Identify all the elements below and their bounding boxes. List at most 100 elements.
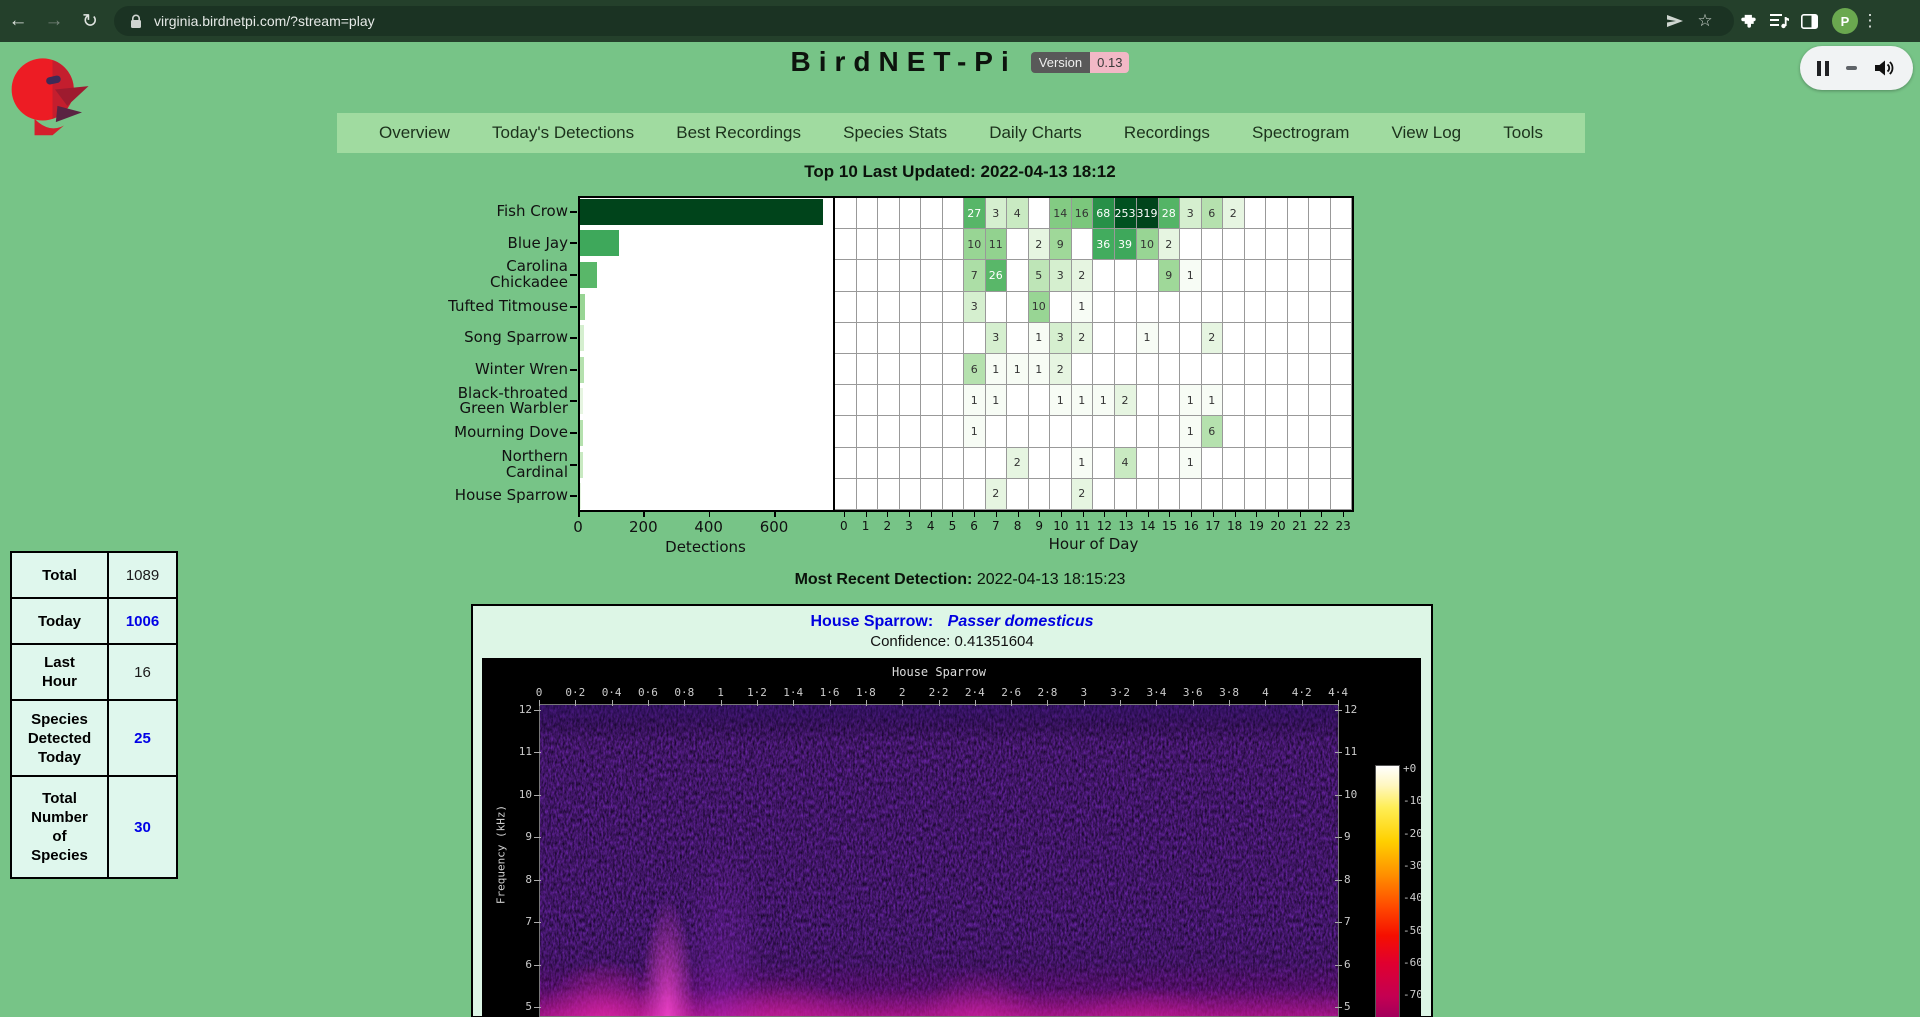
detected-species-link[interactable]: House Sparrow: (811, 613, 934, 630)
heatmap-cell (964, 448, 986, 479)
heatmap-cell (1331, 198, 1353, 229)
heatmap-cell: 1 (1093, 385, 1115, 416)
heatmap-cell: 1 (1202, 385, 1224, 416)
heatmap-cell (943, 385, 965, 416)
heatmap-cell (1288, 479, 1310, 510)
stats-value[interactable]: 30 (109, 777, 176, 877)
heatmap-cell (1137, 354, 1159, 385)
species-label: Mourning Dove (420, 417, 568, 449)
heatmap-cell (1331, 416, 1353, 447)
heatmap-cell: 14 (1050, 198, 1072, 229)
browser-menu-icon[interactable]: ⋮ (1858, 11, 1882, 31)
forward-button[interactable]: → (36, 10, 72, 32)
heatmap-cell: 3 (964, 292, 986, 323)
heatmap-cell (964, 479, 986, 510)
heatmap-cell (835, 292, 857, 323)
heatmap-cell (1050, 416, 1072, 447)
heatmap-cell (1331, 260, 1353, 291)
reload-button[interactable]: ↻ (72, 10, 108, 33)
heatmap-cell: 6 (964, 354, 986, 385)
heatmap-cell (921, 385, 943, 416)
heatmap-cell (878, 198, 900, 229)
heatmap-cell (1266, 229, 1288, 260)
heatmap-cell (1115, 479, 1137, 510)
heatmap-cell: 10 (1029, 292, 1051, 323)
heatmap-cell (835, 448, 857, 479)
heatmap-cell (1309, 385, 1331, 416)
heatmap-cell: 2 (1223, 198, 1245, 229)
heatmap-cell (1245, 292, 1267, 323)
profile-avatar[interactable]: P (1832, 8, 1858, 34)
heatmap-cell (1159, 323, 1181, 354)
heatmap-cell (857, 260, 879, 291)
heatmap-cell (921, 323, 943, 354)
heatmap-cell (1288, 385, 1310, 416)
heatmap-cell (1331, 292, 1353, 323)
heatmap-cell (1007, 385, 1029, 416)
heatmap-cell (1266, 448, 1288, 479)
heatmap-cell: 1 (964, 385, 986, 416)
heatmap-cell (1202, 354, 1224, 385)
scientific-name: Passer domesticus (948, 613, 1094, 630)
heatmap-cell (943, 479, 965, 510)
heatmap-cell (1159, 416, 1181, 447)
heatmap-cell: 2 (1115, 385, 1137, 416)
heatmap-cell (900, 416, 922, 447)
side-panel-icon[interactable] (1794, 6, 1824, 36)
stats-value[interactable]: 25 (109, 701, 176, 775)
send-icon[interactable] (1660, 6, 1690, 36)
heatmap-cell (1331, 229, 1353, 260)
heatmap-cell (1137, 479, 1159, 510)
lock-icon (128, 6, 144, 36)
detections-bar (580, 325, 584, 351)
heatmap-cell (1266, 479, 1288, 510)
heatmap-cell (1331, 323, 1353, 354)
heatmap-cell (1288, 323, 1310, 354)
heatmap-cell (921, 448, 943, 479)
heatmap-cell: 2 (1050, 354, 1072, 385)
heatmap-cell (1223, 323, 1245, 354)
heatmap-cell (1072, 229, 1094, 260)
heatmap-cell (1309, 260, 1331, 291)
heatmap-cell (1223, 260, 1245, 291)
heatmap-cell (1309, 292, 1331, 323)
bar-axis-title: Detections (578, 538, 833, 556)
detections-bar-chart (578, 196, 833, 512)
species-label: Blue Jay (420, 228, 568, 260)
species-label: Fish Crow (420, 196, 568, 228)
heatmap-cell (943, 354, 965, 385)
heatmap-cell: 253 (1115, 198, 1137, 229)
heatmap-cell (1159, 292, 1181, 323)
stats-value[interactable]: 1006 (109, 599, 176, 643)
heatmap-cell (1007, 479, 1029, 510)
detections-bar (580, 420, 583, 446)
heatmap-cell: 1 (1029, 354, 1051, 385)
bookmark-star-icon[interactable]: ☆ (1690, 6, 1720, 36)
heatmap-cell: 1 (986, 354, 1008, 385)
heatmap-cell: 9 (1050, 229, 1072, 260)
species-label: Winter Wren (420, 354, 568, 386)
heatmap-cell: 68 (1093, 198, 1115, 229)
stats-row: Today1006 (12, 599, 176, 645)
heatmap-cell (857, 354, 879, 385)
species-label: Black-throated Green Warbler (420, 386, 568, 418)
most-recent-detection: Most Recent Detection: 2022-04-13 18:15:… (0, 571, 1920, 589)
confidence-value: 0.41351604 (954, 633, 1033, 650)
heatmap-cell: 4 (1115, 448, 1137, 479)
heatmap-cell (1050, 448, 1072, 479)
media-controls-icon[interactable] (1764, 6, 1794, 36)
heatmap-cell (857, 416, 879, 447)
heatmap-cell: 10 (1137, 229, 1159, 260)
heatmap-cell (1202, 292, 1224, 323)
url-bar[interactable]: virginia.birdnetpi.com/?stream=play ☆ (114, 6, 1734, 36)
heatmap-cell (1266, 292, 1288, 323)
heatmap-cell (943, 416, 965, 447)
heatmap-cell (878, 385, 900, 416)
heatmap-cell (1093, 323, 1115, 354)
heatmap-cell (1245, 198, 1267, 229)
stats-table: Total1089Today1006Last Hour16Species Det… (10, 551, 178, 879)
heatmap-cell (1331, 354, 1353, 385)
back-button[interactable]: ← (0, 10, 36, 32)
extensions-icon[interactable] (1734, 6, 1764, 36)
heatmap-cell (835, 198, 857, 229)
